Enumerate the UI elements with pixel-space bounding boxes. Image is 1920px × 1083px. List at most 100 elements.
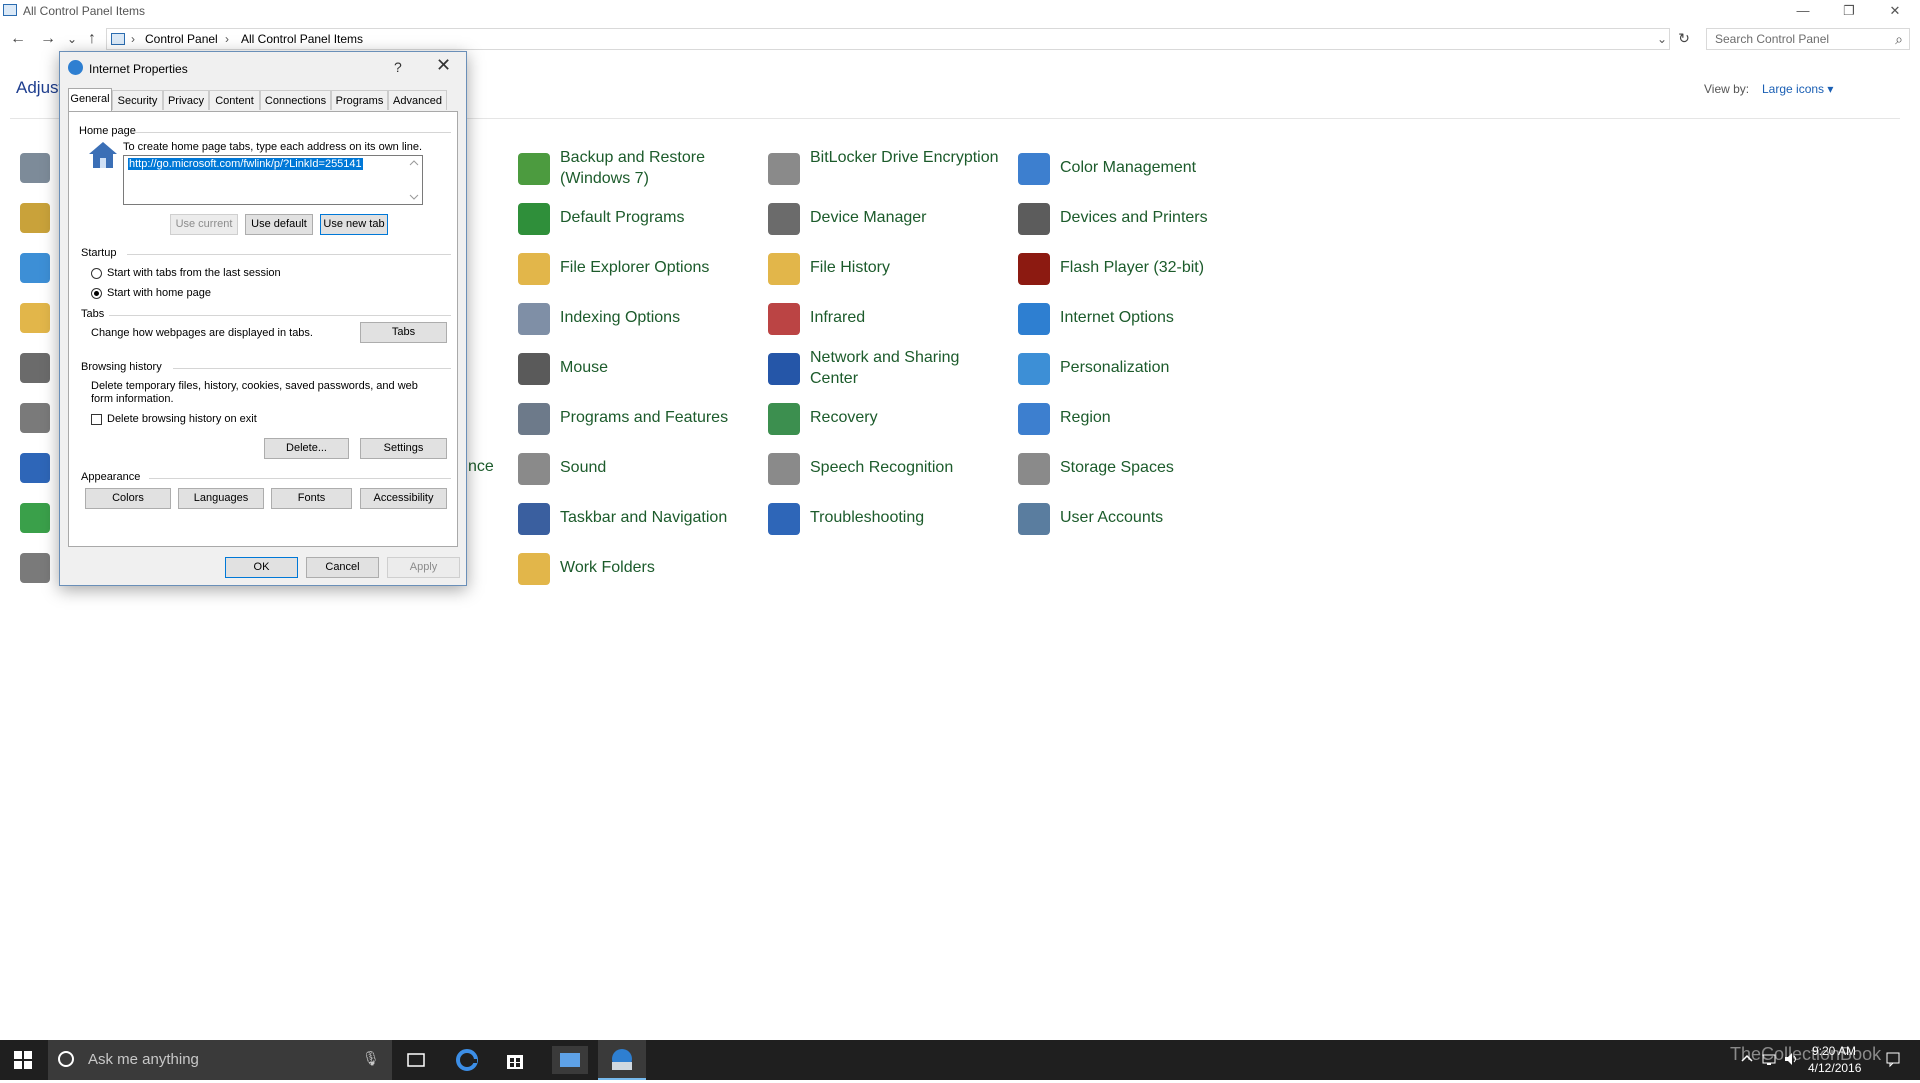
display-icon[interactable] [20,253,50,283]
chevron-up-icon[interactable] [1738,1050,1756,1068]
control-panel-item[interactable]: Sound [518,445,763,493]
control-panel-item-label: Backup and Restore (Windows 7) [560,149,705,187]
volume-icon[interactable] [1782,1050,1800,1068]
notifications-icon[interactable] [1884,1050,1902,1068]
appearance-group-label: Appearance [81,471,141,483]
clock-time[interactable]: 9:20 AM [1812,1044,1856,1058]
control-panel-item[interactable]: BitLocker Drive Encryption [768,145,1013,193]
delete-on-exit-checkbox[interactable] [91,414,102,425]
minimize-button[interactable]: — [1780,0,1826,23]
control-panel-item[interactable]: Recovery [768,395,1013,443]
use-new-tab-button[interactable]: Use new tab [320,214,388,235]
use-current-button[interactable]: Use current [170,214,238,235]
use-default-button[interactable]: Use default [245,214,313,235]
control-panel-item[interactable]: Mouse [518,345,763,393]
search-box[interactable]: Search Control Panel ⌕ [1706,28,1910,50]
startup-last-session-radio[interactable] [91,268,102,279]
colors-button[interactable]: Colors [85,488,171,509]
breadcrumb-all-items[interactable]: All Control Panel Items [241,32,363,46]
edge-icon[interactable] [455,1048,479,1072]
up-button[interactable]: ↑ [82,30,102,50]
forward-button[interactable]: → [38,30,58,50]
tabs-settings-button[interactable]: Tabs [360,322,447,343]
fonts-button[interactable]: Fonts [271,488,352,509]
internet-properties-taskbar-icon[interactable] [598,1040,646,1080]
autoplay-icon[interactable] [20,203,50,233]
windows-start-icon[interactable] [14,1051,32,1069]
control-panel-item[interactable]: Device Manager [768,195,1013,243]
control-panel-item[interactable]: File History [768,245,1013,293]
control-panel-item[interactable]: Default Programs [518,195,763,243]
ok-button[interactable]: OK [225,557,298,578]
control-panel-taskbar-icon[interactable] [552,1046,588,1074]
home-page-url-field[interactable]: http://go.microsoft.com/fwlink/p/?LinkId… [123,155,423,205]
tab-privacy[interactable]: Privacy [163,90,209,110]
admin-tools-icon[interactable] [20,153,50,183]
hidden-item-fragment[interactable]: nce [468,458,494,476]
view-by-dropdown[interactable]: Large icons ▾ [1762,82,1833,96]
tab-advanced[interactable]: Advanced [388,90,447,110]
control-panel-item[interactable]: Personalization [1018,345,1263,393]
accessibility-button[interactable]: Accessibility [360,488,447,509]
windows-firewall-icon[interactable] [20,553,50,583]
phone-modem-icon[interactable] [20,403,50,433]
control-panel-item[interactable]: Backup and Restore (Windows 7) [518,145,763,193]
control-panel-item[interactable]: Taskbar and Navigation [518,495,763,543]
mouse-icon [518,353,550,385]
control-panel-item[interactable]: Internet Options [1018,295,1263,343]
cortana-search-input[interactable]: Ask me anything [88,1051,199,1068]
control-panel-item[interactable]: Troubleshooting [768,495,1013,543]
refresh-button[interactable]: ↻ [1674,29,1694,49]
help-button[interactable]: ? [394,59,402,75]
control-panel-item[interactable]: Programs and Features [518,395,763,443]
sync-center-icon[interactable] [20,503,50,533]
history-settings-button[interactable]: Settings [360,438,447,459]
tab-content[interactable]: Content [209,90,260,110]
control-panel-item[interactable]: Flash Player (32-bit) [1018,245,1263,293]
control-panel-item[interactable]: Infrared [768,295,1013,343]
delete-on-exit-label[interactable]: Delete browsing history on exit [107,413,257,425]
tab-connections[interactable]: Connections [260,90,331,110]
cortana-search-bar[interactable]: Ask me anything 🎙 [48,1040,392,1080]
languages-button[interactable]: Languages [178,488,264,509]
fonts-icon[interactable] [20,303,50,333]
tab-security[interactable]: Security [112,90,163,110]
control-panel-item[interactable]: Devices and Printers [1018,195,1263,243]
control-panel-item[interactable]: Network and Sharing Center [768,345,1013,393]
microphone-icon[interactable]: 🎙 [362,1050,380,1067]
startup-home-page-label[interactable]: Start with home page [107,287,211,299]
dialog-close-button[interactable]: ✕ [436,55,451,76]
control-panel-item[interactable]: Color Management [1018,145,1263,193]
network-icon[interactable] [1760,1050,1778,1068]
remoteapp-icon[interactable] [20,453,50,483]
cancel-button[interactable]: Cancel [306,557,379,578]
close-window-button[interactable]: ✕ [1872,0,1918,23]
delete-history-button[interactable]: Delete... [264,438,349,459]
control-panel-item[interactable]: Region [1018,395,1263,443]
back-button[interactable]: ← [8,30,28,50]
address-bar[interactable]: › Control Panel › All Control Panel Item… [106,28,1670,50]
startup-last-session-label[interactable]: Start with tabs from the last session [107,267,281,279]
control-panel-item[interactable]: Indexing Options [518,295,763,343]
address-dropdown-button[interactable]: ⌄ [1657,32,1667,46]
search-input[interactable]: Search Control Panel [1715,32,1829,46]
apply-button[interactable]: Apply [387,557,460,578]
recent-locations-button[interactable]: ⌄ [62,30,82,50]
breadcrumb-control-panel[interactable]: Control Panel [145,32,218,46]
control-panel-item[interactable]: File Explorer Options [518,245,763,293]
startup-home-page-radio[interactable] [91,288,102,299]
search-icon[interactable]: ⌕ [1895,31,1903,48]
control-panel-item-label: File History [810,259,891,276]
control-panel-item[interactable]: Work Folders [518,545,763,593]
control-panel-item[interactable]: Speech Recognition [768,445,1013,493]
tab-general[interactable]: General [68,88,112,112]
clock-date[interactable]: 4/12/2016 [1808,1061,1861,1075]
task-view-icon[interactable] [404,1048,428,1072]
control-panel-item[interactable]: Storage Spaces [1018,445,1263,493]
restore-button[interactable]: ❐ [1826,0,1872,23]
control-panel-item[interactable]: User Accounts [1018,495,1263,543]
url-field-scrollbar[interactable] [406,156,422,204]
keyboard-icon[interactable] [20,353,50,383]
tab-programs[interactable]: Programs [331,90,388,110]
store-icon[interactable] [503,1048,527,1072]
